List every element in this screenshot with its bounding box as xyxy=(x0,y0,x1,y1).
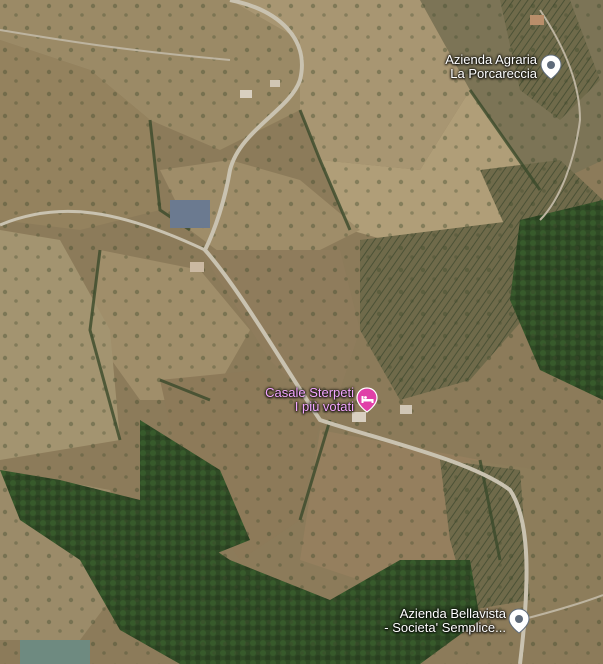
poi-bellavista-label: Azienda Bellavista - Societa' Semplice..… xyxy=(370,607,506,635)
hotel-casale-sterpeti-label: Casale Sterpeti I più votati xyxy=(250,386,354,414)
poi-bellavista-line2: - Societa' Semplice... xyxy=(384,620,506,635)
location-pin-icon xyxy=(540,54,562,80)
poi-porcareccia-label: Azienda Agraria La Porcareccia xyxy=(436,53,537,81)
poi-porcareccia[interactable]: Azienda Agraria La Porcareccia xyxy=(436,53,566,83)
hotel-casale-sterpeti-badge: I più votati xyxy=(294,399,354,414)
location-pin-icon xyxy=(508,608,530,634)
hotel-casale-sterpeti-name: Casale Sterpeti xyxy=(265,385,354,400)
satellite-imagery xyxy=(0,0,603,664)
hotel-bed-icon xyxy=(356,387,378,413)
map-canvas[interactable]: Azienda Agraria La Porcareccia Casale St… xyxy=(0,0,603,664)
poi-bellavista[interactable]: Azienda Bellavista - Societa' Semplice..… xyxy=(370,607,532,637)
poi-porcareccia-line1: Azienda Agraria xyxy=(445,52,537,67)
poi-porcareccia-line2: La Porcareccia xyxy=(450,66,537,81)
hotel-casale-sterpeti[interactable]: Casale Sterpeti I più votati xyxy=(250,386,380,416)
poi-bellavista-line1: Azienda Bellavista xyxy=(399,606,506,621)
